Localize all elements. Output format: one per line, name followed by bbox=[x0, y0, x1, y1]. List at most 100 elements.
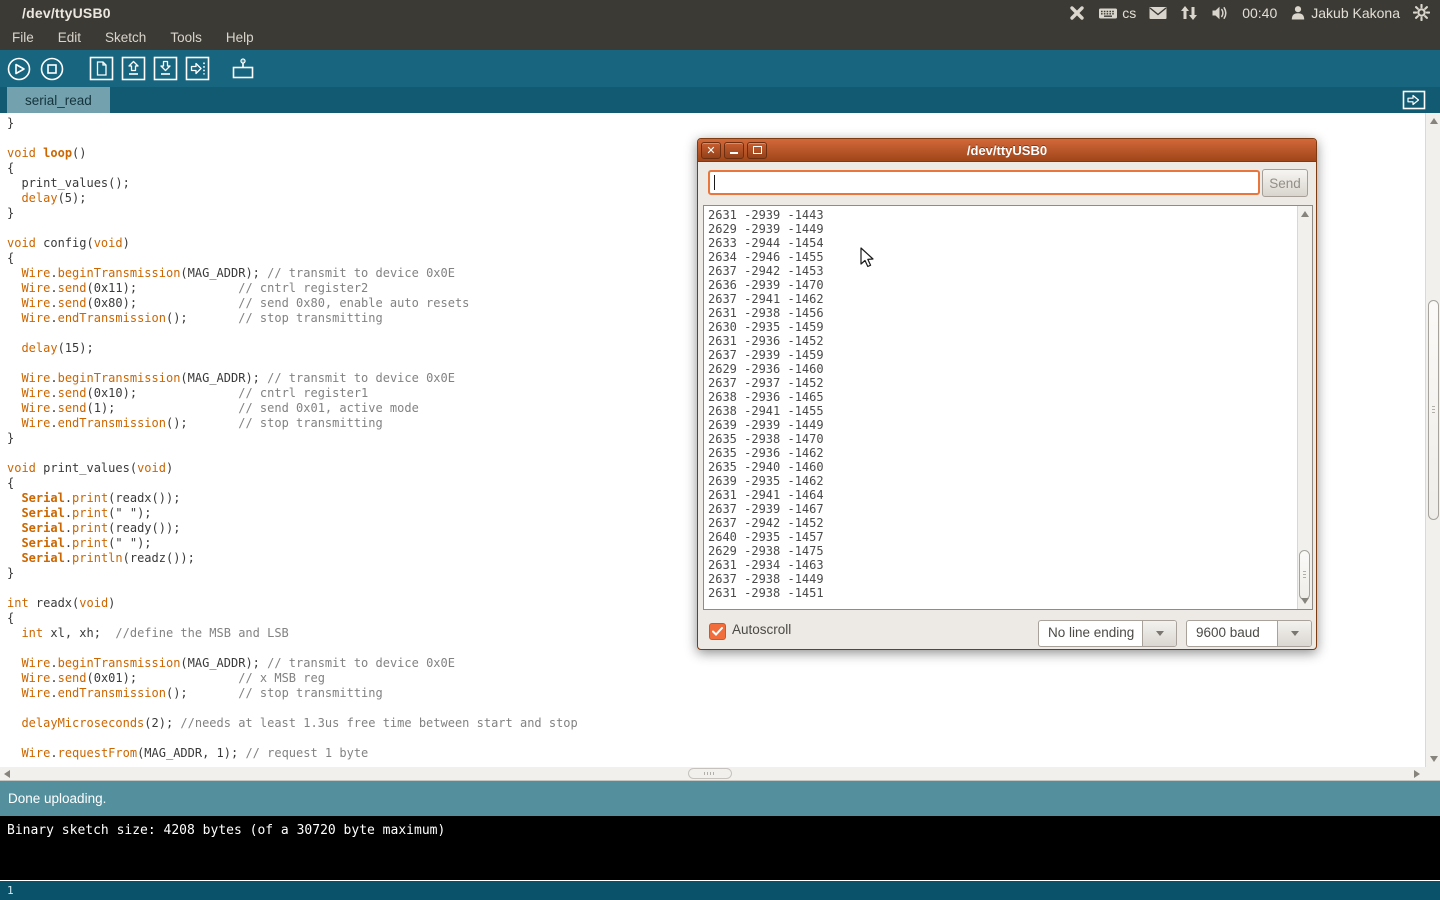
send-button[interactable]: Send bbox=[1262, 169, 1308, 197]
code-line bbox=[7, 326, 578, 341]
upload-arrow-icon bbox=[184, 55, 211, 82]
code-line: Serial.println(readz()); bbox=[7, 551, 578, 566]
dropdown-arrow-button[interactable] bbox=[1277, 621, 1311, 646]
username-label: Jakub Kakona bbox=[1311, 5, 1400, 21]
line-ending-dropdown[interactable]: No line ending bbox=[1038, 620, 1177, 647]
open-up-arrow-icon bbox=[120, 55, 147, 82]
code-line bbox=[7, 221, 578, 236]
menu-sketch[interactable]: Sketch bbox=[93, 25, 158, 50]
code-line: void config(void) bbox=[7, 236, 578, 251]
keyboard-icon bbox=[1098, 5, 1118, 21]
serial-output-area[interactable]: 2631 -2939 -14432629 -2939 -14492633 -29… bbox=[703, 205, 1313, 610]
serial-scroll-thumb[interactable] bbox=[1299, 550, 1310, 600]
desktop: /dev/ttyUSB0 cs 00:40 Jakub Kakona File … bbox=[0, 0, 1440, 900]
serial-monitor-button[interactable] bbox=[229, 55, 257, 82]
serial-line: 2631 -2938 -1456 bbox=[708, 306, 1296, 320]
code-line: } bbox=[7, 431, 578, 446]
serial-scrollbar[interactable] bbox=[1297, 206, 1312, 609]
menu-file[interactable]: File bbox=[0, 25, 46, 50]
thumb-grip bbox=[1303, 571, 1306, 579]
verify-button[interactable] bbox=[5, 55, 33, 83]
serial-line: 2631 -2939 -1443 bbox=[708, 208, 1296, 222]
serial-line: 2639 -2939 -1449 bbox=[708, 418, 1296, 432]
serial-line: 2637 -2942 -1452 bbox=[708, 516, 1296, 530]
serial-line: 2634 -2946 -1455 bbox=[708, 250, 1296, 264]
code-line: int xl, xh; //define the MSB and LSB bbox=[7, 626, 578, 641]
console-output: Binary sketch size: 4208 bytes (of a 307… bbox=[7, 823, 445, 838]
open-sketch-button[interactable] bbox=[120, 55, 147, 82]
scroll-left-arrow-icon[interactable] bbox=[4, 770, 10, 778]
code-line bbox=[7, 446, 578, 461]
scroll-up-arrow-icon[interactable] bbox=[1430, 118, 1438, 124]
indicator-icon[interactable] bbox=[1069, 5, 1085, 21]
new-tab-button[interactable] bbox=[1402, 90, 1426, 115]
new-sketch-button[interactable] bbox=[88, 55, 115, 82]
serial-line: 2635 -2936 -1462 bbox=[708, 446, 1296, 460]
code-line: Serial.print(readx()); bbox=[7, 491, 578, 506]
code-line: Wire.send(0x01); // x MSB reg bbox=[7, 671, 578, 686]
serial-monitor-window: /dev/ttyUSB0 ✕ Send 2631 -2939 -14432629… bbox=[697, 138, 1317, 650]
baud-rate-dropdown[interactable]: 9600 baud bbox=[1186, 620, 1312, 647]
serial-line: 2631 -2941 -1464 bbox=[708, 488, 1296, 502]
keyboard-layout-indicator[interactable]: cs bbox=[1098, 5, 1136, 21]
editor-horizontal-scrollbar[interactable] bbox=[0, 767, 1440, 781]
serial-window-titlebar[interactable]: /dev/ttyUSB0 ✕ bbox=[698, 139, 1316, 162]
network-icon[interactable] bbox=[1180, 5, 1198, 21]
scroll-down-arrow-icon[interactable] bbox=[1301, 598, 1309, 604]
upload-button[interactable] bbox=[184, 55, 211, 82]
mouse-cursor bbox=[857, 247, 877, 274]
editor-hscroll-thumb[interactable] bbox=[688, 768, 732, 779]
serial-line: 2637 -2938 -1449 bbox=[708, 572, 1296, 586]
scroll-right-arrow-icon[interactable] bbox=[1414, 770, 1420, 778]
menu-edit[interactable]: Edit bbox=[46, 25, 93, 50]
autoscroll-checkbox[interactable] bbox=[709, 623, 726, 640]
code-line: } bbox=[7, 206, 578, 221]
chevron-down-icon bbox=[1291, 631, 1299, 636]
user-menu[interactable]: Jakub Kakona bbox=[1290, 5, 1400, 21]
serial-line: 2638 -2936 -1465 bbox=[708, 390, 1296, 404]
scroll-down-arrow-icon[interactable] bbox=[1430, 756, 1438, 762]
code-line: Serial.print(" "); bbox=[7, 536, 578, 551]
code-line: Wire.send(0x11); // cntrl register2 bbox=[7, 281, 578, 296]
serial-line: 2638 -2941 -1455 bbox=[708, 404, 1296, 418]
clock-label[interactable]: 00:40 bbox=[1242, 5, 1277, 21]
session-gear-icon[interactable] bbox=[1413, 4, 1430, 21]
serial-line: 2640 -2935 -1457 bbox=[708, 530, 1296, 544]
code-line: Wire.requestFrom(MAG_ADDR, 1); // reques… bbox=[7, 746, 578, 761]
mail-icon[interactable] bbox=[1149, 6, 1167, 20]
code-line: int readx(void) bbox=[7, 596, 578, 611]
menu-help[interactable]: Help bbox=[214, 25, 266, 50]
code-line bbox=[7, 356, 578, 371]
code-line: void print_values(void) bbox=[7, 461, 578, 476]
code-line: Wire.send(0x80); // send 0x80, enable au… bbox=[7, 296, 578, 311]
code-line: void loop() bbox=[7, 146, 578, 161]
dropdown-arrow-button[interactable] bbox=[1142, 621, 1176, 646]
stop-button[interactable] bbox=[38, 55, 66, 83]
serial-window-title: /dev/ttyUSB0 bbox=[698, 143, 1316, 158]
top-panel: /dev/ttyUSB0 cs 00:40 Jakub Kakona bbox=[0, 0, 1440, 25]
save-sketch-button[interactable] bbox=[152, 55, 179, 82]
line-number: 1 bbox=[7, 884, 14, 897]
minimize-icon bbox=[730, 152, 738, 154]
close-button[interactable]: ✕ bbox=[701, 142, 721, 159]
editor-vertical-scrollbar[interactable] bbox=[1425, 113, 1440, 767]
volume-icon[interactable] bbox=[1211, 5, 1229, 21]
code-line bbox=[7, 701, 578, 716]
code-line: delay(15); bbox=[7, 341, 578, 356]
chevron-down-icon bbox=[1156, 631, 1164, 636]
editor-vscroll-thumb[interactable] bbox=[1428, 300, 1439, 520]
serial-monitor-icon bbox=[229, 55, 257, 82]
code-line: Wire.endTransmission(); // stop transmit… bbox=[7, 311, 578, 326]
serial-window-body: Send 2631 -2939 -14432629 -2939 -1449263… bbox=[698, 162, 1316, 650]
code-text: }void loop(){ print_values(); delay(5);}… bbox=[7, 116, 578, 761]
scroll-up-arrow-icon[interactable] bbox=[1301, 211, 1309, 217]
tab-bar: serial_read bbox=[0, 87, 1440, 113]
maximize-icon bbox=[753, 146, 762, 154]
minimize-button[interactable] bbox=[724, 142, 744, 159]
menu-tools[interactable]: Tools bbox=[158, 25, 214, 50]
tab-serial-read[interactable]: serial_read bbox=[7, 87, 110, 113]
code-line bbox=[7, 131, 578, 146]
serial-send-input[interactable] bbox=[708, 170, 1260, 195]
maximize-button[interactable] bbox=[747, 142, 767, 159]
text-caret bbox=[714, 175, 715, 190]
